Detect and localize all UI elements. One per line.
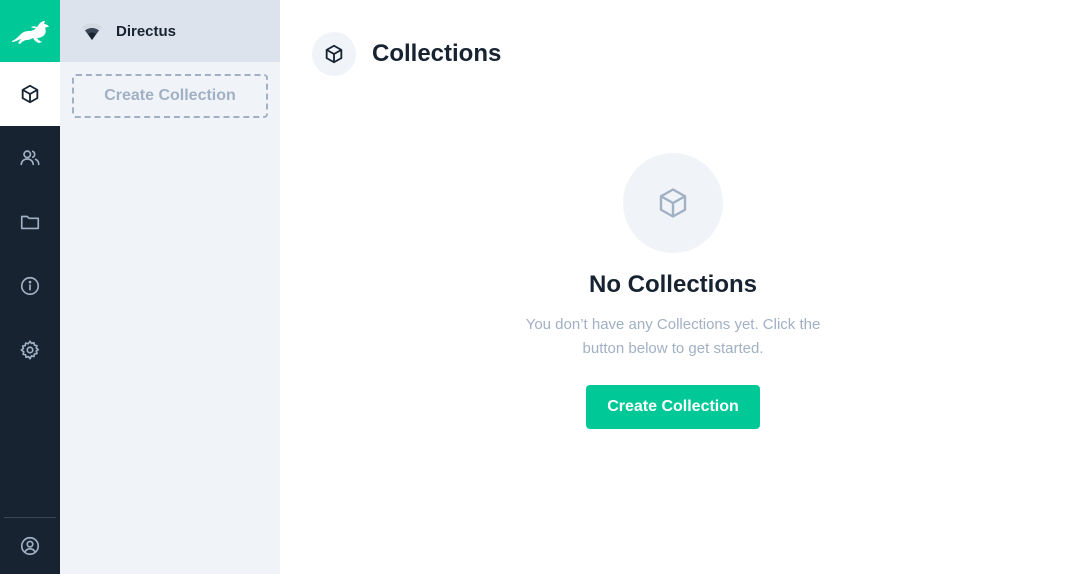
header-icon	[312, 32, 356, 76]
nav-create-collection-button[interactable]: Create Collection	[72, 74, 268, 118]
info-icon	[20, 276, 40, 296]
user-menu[interactable]	[0, 518, 60, 574]
rabbit-logo-icon	[12, 21, 49, 44]
module-files[interactable]	[0, 190, 60, 254]
app-root: Directus Create Collection Collections N…	[0, 0, 1066, 574]
box-icon	[21, 84, 39, 104]
user-avatar-icon	[20, 536, 40, 556]
page-header: Collections	[312, 32, 501, 76]
signal-icon	[82, 23, 102, 40]
module-collections[interactable]	[0, 62, 60, 126]
users-icon	[20, 150, 40, 166]
project-switcher[interactable]: Directus	[60, 0, 280, 62]
box-icon	[659, 188, 687, 218]
module-settings[interactable]	[0, 318, 60, 382]
empty-state-title: No Collections	[588, 271, 757, 298]
empty-state-text: You don’t have any Collections yet. Clic…	[525, 316, 821, 357]
empty-state: No Collections You don’t have any Collec…	[280, 153, 1066, 429]
navigation-panel: Directus Create Collection	[60, 0, 280, 574]
empty-state-icon	[623, 153, 723, 253]
module-bar	[0, 0, 60, 574]
directus-logo[interactable]	[0, 0, 60, 62]
project-name: Directus	[116, 22, 177, 40]
main-content: Collections No Collections You don’t hav…	[280, 0, 1066, 574]
page-title: Collections	[372, 40, 502, 67]
folder-icon	[20, 215, 40, 230]
module-users[interactable]	[0, 126, 60, 190]
create-collection-button[interactable]: Create Collection	[586, 385, 760, 429]
box-icon	[325, 44, 343, 64]
settings-icon	[20, 340, 40, 360]
module-info[interactable]	[0, 254, 60, 318]
